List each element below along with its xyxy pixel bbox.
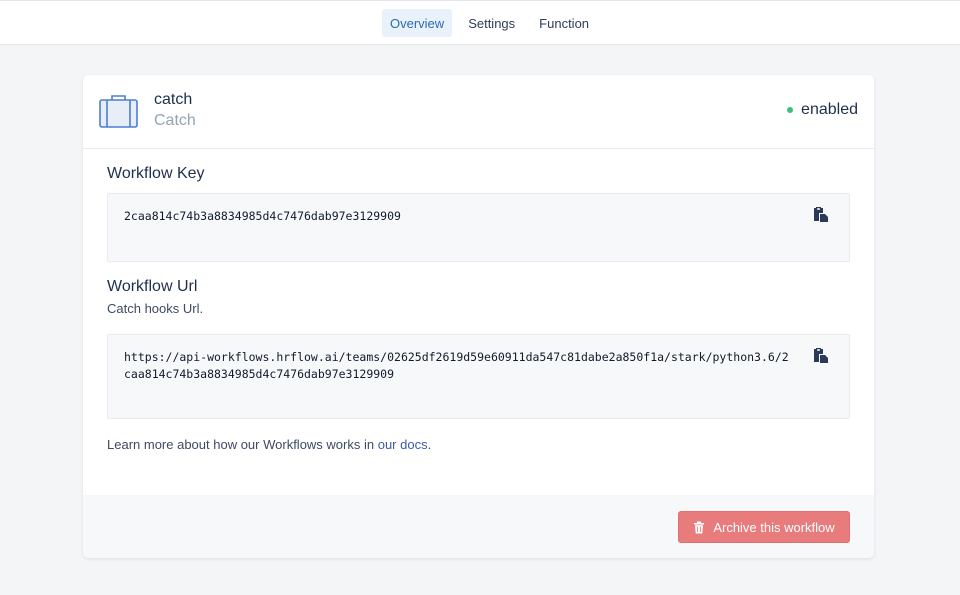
workflow-url-title: Workflow Url — [107, 278, 198, 295]
workflow-card: catch Catch enabled Workflow Key 2caa814… — [83, 75, 874, 558]
workflow-url-value: https://api-workflows.hrflow.ai/teams/02… — [124, 350, 789, 381]
workflow-url-box: https://api-workflows.hrflow.ai/teams/02… — [107, 334, 850, 419]
card-footer: Archive this workflow — [83, 495, 874, 558]
status-label: enabled — [801, 101, 858, 118]
docs-link[interactable]: our docs — [378, 437, 428, 452]
docs-note: Learn more about how our Workflows works… — [107, 437, 431, 452]
top-navigation-bar: Overview Settings Function — [0, 0, 960, 45]
trash-icon — [694, 521, 705, 533]
archive-workflow-button[interactable]: Archive this workflow — [678, 511, 850, 543]
archive-button-label: Archive this workflow — [713, 519, 835, 535]
docs-suffix: . — [427, 437, 432, 452]
docs-prefix: Learn more about how our Workflows works… — [107, 437, 378, 452]
tab-function[interactable]: Function — [531, 9, 597, 37]
copy-url-icon[interactable] — [812, 346, 830, 364]
workflow-key-box: 2caa814c74b3a8834985d4c7476dab97e3129909 — [107, 193, 850, 262]
workflow-url-subtitle: Catch hooks Url. — [107, 301, 204, 316]
workflow-key-title: Workflow Key — [107, 165, 205, 182]
workflow-name: catch — [154, 91, 193, 108]
tab-overview[interactable]: Overview — [382, 9, 453, 37]
workflow-type: Catch — [154, 112, 196, 129]
status-dot-icon — [787, 107, 794, 113]
tab-settings[interactable]: Settings — [460, 9, 523, 37]
status-badge: enabled — [787, 101, 858, 119]
tab-list: Overview Settings Function — [382, 9, 597, 37]
briefcase-icon — [99, 95, 138, 128]
copy-key-icon[interactable] — [812, 205, 830, 223]
workflow-key-value: 2caa814c74b3a8834985d4c7476dab97e3129909 — [124, 209, 401, 223]
workflow-header: catch Catch enabled — [83, 75, 874, 149]
